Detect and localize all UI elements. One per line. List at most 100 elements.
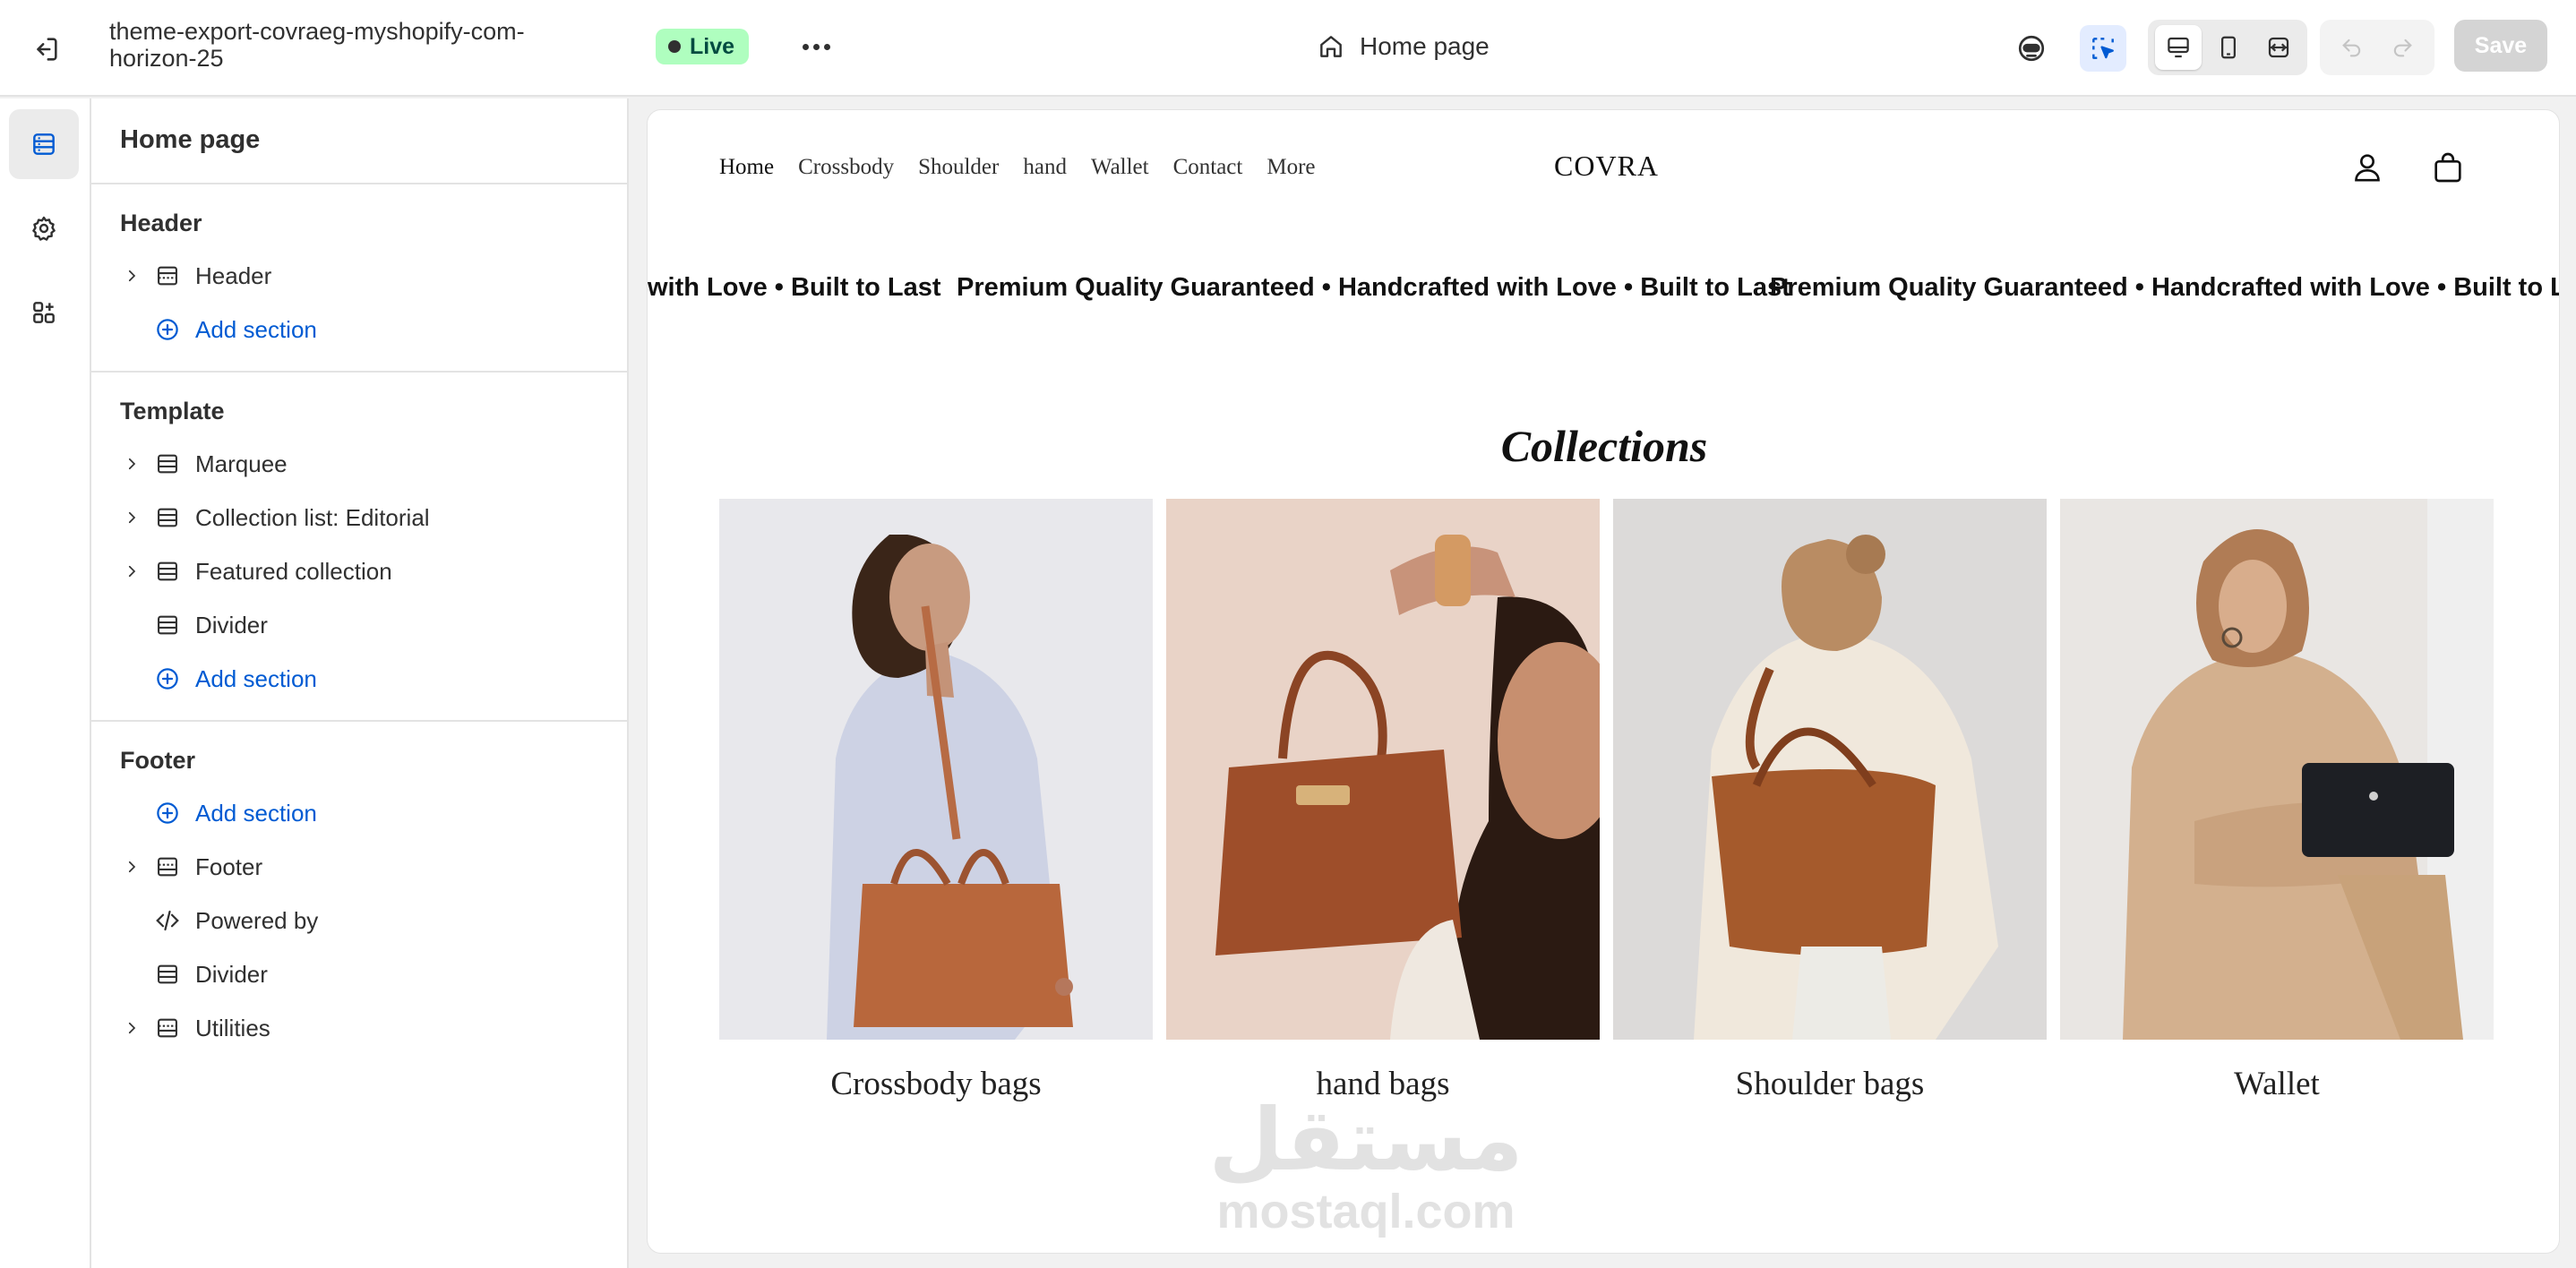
more-actions-button[interactable]	[794, 27, 838, 66]
ai-sidekick-button[interactable]	[2008, 25, 2055, 72]
sections-icon	[33, 133, 55, 155]
add-section-header[interactable]: Add section	[118, 306, 602, 353]
add-section-label: Add section	[195, 315, 317, 343]
undo-button[interactable]	[2329, 25, 2375, 70]
home-icon	[1320, 36, 1342, 57]
tree-item-label: Divider	[195, 611, 268, 638]
store-header-icons	[2349, 150, 2466, 185]
sections-tab[interactable]	[9, 109, 79, 179]
theme-settings-tab[interactable]	[9, 193, 79, 263]
section-icon	[152, 610, 183, 640]
editor-nav-rail	[0, 99, 91, 1268]
tree-item-featured-collection[interactable]: Featured collection	[118, 548, 602, 595]
status-badge: Live	[656, 29, 750, 64]
dot-icon	[812, 43, 820, 50]
tree-item-divider[interactable]: Divider	[118, 602, 602, 648]
tree-item-powered-by[interactable]: Powered by	[118, 897, 602, 944]
desktop-view-button[interactable]	[2155, 25, 2202, 70]
tree-item-footer-divider[interactable]: Divider	[118, 951, 602, 998]
add-section-label: Add section	[195, 664, 317, 692]
sections-panel: Home page Header Header Add section Temp…	[91, 99, 629, 1268]
footer-section-icon	[152, 852, 183, 882]
collection-title[interactable]: Shoulder bags	[1613, 1065, 2047, 1103]
collection-title[interactable]: Crossbody bags	[719, 1065, 1153, 1103]
mobile-icon	[2221, 36, 2236, 59]
save-button[interactable]: Save	[2454, 20, 2547, 72]
apps-icon	[33, 302, 55, 323]
collection-card[interactable]: hand bags	[1166, 499, 1600, 1103]
mobile-view-button[interactable]	[2205, 25, 2252, 70]
chevron-right-icon[interactable]	[118, 262, 145, 289]
plus-circle-icon	[152, 664, 183, 694]
watermark-arabic: مستقل	[1208, 1090, 1524, 1190]
chevron-right-icon[interactable]	[118, 504, 145, 531]
collection-image	[1613, 499, 2047, 1040]
tree-item-label: Header	[195, 261, 272, 289]
dot-icon	[823, 43, 830, 50]
tree-item-label: Collection list: Editorial	[195, 503, 430, 531]
collection-image	[2060, 499, 2494, 1040]
collection-card[interactable]: Shoulder bags	[1613, 499, 2047, 1103]
tree-item-label: Featured collection	[195, 557, 392, 585]
divider	[91, 183, 629, 184]
chevron-right-icon[interactable]	[118, 450, 145, 477]
section-icon	[152, 502, 183, 533]
store-nav-link[interactable]: Crossbody	[798, 155, 894, 180]
watermark-logo: مستقل mostaql.com	[1178, 1095, 1554, 1238]
account-icon[interactable]	[2349, 150, 2385, 185]
store-nav-link[interactable]: hand	[1023, 155, 1067, 180]
group-title-header: Header	[120, 210, 202, 236]
tree-item-marquee[interactable]: Marquee	[118, 441, 602, 487]
store-nav-link[interactable]: Wallet	[1091, 155, 1149, 180]
redo-button[interactable]	[2379, 25, 2426, 70]
page-selector[interactable]: Home page	[1317, 25, 1490, 68]
store-nav-link[interactable]: Contact	[1173, 155, 1243, 180]
live-dot-icon	[668, 40, 681, 53]
storefront-preview[interactable]: Home Crossbody Shoulder hand Wallet Cont…	[647, 109, 2560, 1254]
viewport-switcher	[2148, 20, 2307, 75]
footer-section-icon	[152, 1013, 183, 1043]
store-nav-link[interactable]: Shoulder	[918, 155, 999, 180]
divider	[91, 371, 629, 373]
cart-bag-icon[interactable]	[2430, 150, 2466, 185]
section-icon	[152, 449, 183, 479]
tree-item-footer[interactable]: Footer	[118, 844, 602, 890]
plus-circle-icon	[152, 314, 183, 345]
chevron-right-icon[interactable]	[118, 853, 145, 880]
marquee-bar: with Love • Built to Last Premium Qualit…	[648, 273, 2559, 318]
fullscreen-view-button[interactable]	[2255, 25, 2302, 70]
page-selector-label: Home page	[1360, 32, 1490, 60]
group-title-footer: Footer	[120, 747, 195, 774]
editor-topbar: theme-export-covraeg-myshopify-com-horiz…	[0, 0, 2576, 97]
divider	[91, 720, 629, 722]
add-section-footer[interactable]: Add section	[118, 790, 602, 836]
tree-item-utilities[interactable]: Utilities	[118, 1005, 602, 1051]
tree-item-collection-list[interactable]: Collection list: Editorial	[118, 494, 602, 541]
store-nav-link[interactable]: More	[1267, 155, 1315, 180]
store-logo[interactable]: COVRA	[1554, 150, 1659, 183]
collection-title[interactable]: Wallet	[2060, 1065, 2494, 1103]
cursor-select-icon	[2092, 38, 2114, 59]
exit-button[interactable]	[25, 29, 66, 70]
collection-card[interactable]: Wallet	[2060, 499, 2494, 1103]
header-section-icon	[152, 261, 183, 291]
full-width-icon	[2268, 37, 2289, 58]
exit-icon	[37, 38, 57, 61]
apps-tab[interactable]	[9, 278, 79, 347]
add-section-template[interactable]: Add section	[118, 655, 602, 702]
tree-item-label: Footer	[195, 852, 263, 880]
tree-item-label: Powered by	[195, 906, 319, 934]
section-icon	[152, 959, 183, 990]
store-name: theme-export-covraeg-myshopify-com-horiz…	[109, 18, 525, 72]
store-nav: Home Crossbody Shoulder hand Wallet Cont…	[719, 155, 1316, 180]
tree-item-header[interactable]: Header	[118, 253, 602, 299]
tree-item-label: Divider	[195, 960, 268, 988]
gear-icon	[32, 216, 56, 241]
marquee-text: with Love • Built to Last	[648, 273, 941, 302]
inspector-toggle-button[interactable]	[2080, 25, 2126, 72]
chevron-right-icon[interactable]	[118, 558, 145, 585]
collection-card[interactable]: Crossbody bags	[719, 499, 1153, 1103]
store-nav-link[interactable]: Home	[719, 155, 774, 180]
chevron-right-icon[interactable]	[118, 1015, 145, 1041]
history-controls	[2320, 20, 2434, 75]
